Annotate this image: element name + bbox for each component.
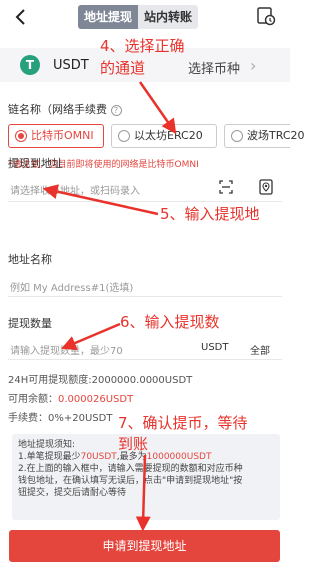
- address-name-title: 地址名称: [8, 253, 52, 266]
- tab-group: 地址提现 站内转账: [78, 5, 199, 29]
- daily-limit: 24H可用提现额度:2000000.0000USDT: [8, 375, 193, 386]
- address-book-icon[interactable]: [258, 179, 274, 195]
- chain-title: 链名称（网络手续费 ?: [8, 101, 122, 117]
- amount-title: 提现数量: [8, 317, 52, 330]
- history-record-icon[interactable]: [256, 6, 276, 26]
- address-name-input[interactable]: 例如 My Address#1(选填): [10, 279, 133, 294]
- address-name-underline: [8, 296, 282, 297]
- tab-address-withdraw[interactable]: 地址提现: [78, 5, 139, 29]
- address-input[interactable]: 请选择收币地址，或扫码录入: [10, 182, 140, 197]
- submit-withdraw-button[interactable]: 申请到提现地址: [9, 530, 280, 562]
- radio-icon: [118, 130, 130, 142]
- annotation-step-4-line2: 的通道: [100, 59, 146, 77]
- annotation-step-7-line1: 7、确认提币，等待: [118, 414, 248, 432]
- available-balance: 可用余额：0.000026USDT: [8, 394, 134, 405]
- withdraw-all-button[interactable]: 全部: [250, 342, 270, 357]
- fee-text: 手续费：0%+20USDT: [8, 413, 113, 424]
- coin-name: USDT: [53, 58, 89, 73]
- chain-option-omni[interactable]: 比特币OMNI: [8, 124, 104, 148]
- scan-qr-icon[interactable]: [219, 180, 233, 194]
- tether-icon: T: [20, 55, 40, 75]
- address-title: 提现到地址: [8, 157, 63, 170]
- annotation-step-7-line2: 到账: [118, 435, 149, 453]
- chain-option-erc20[interactable]: 以太坊ERC20: [111, 124, 217, 148]
- amount-unit: USDT: [201, 342, 229, 353]
- chevron-right-icon: ›: [250, 56, 257, 75]
- radio-icon: [231, 130, 243, 142]
- chain-options: 比特币OMNI 以太坊ERC20 波场TRC20: [8, 124, 305, 148]
- annotation-step-6: 6、输入提现数: [120, 313, 220, 331]
- chain-option-trc20[interactable]: 波场TRC20: [224, 124, 305, 148]
- top-bar: 地址提现 站内转账: [0, 0, 290, 34]
- address-input-underline: [8, 201, 282, 202]
- help-icon[interactable]: ?: [110, 104, 122, 116]
- radio-selected-icon: [15, 130, 27, 142]
- amount-input[interactable]: 请输入提现数量，最少70: [10, 342, 123, 357]
- amount-underline: [8, 359, 282, 360]
- annotation-step-4-line1: 4、选择正确: [100, 37, 185, 55]
- annotation-step-5: 5、输入提现地: [160, 205, 260, 223]
- select-coin-label[interactable]: 选择币种: [188, 58, 240, 77]
- back-arrow-icon[interactable]: [10, 6, 32, 28]
- arrow-step-4: [138, 81, 177, 135]
- tab-internal-transfer[interactable]: 站内转账: [138, 5, 198, 29]
